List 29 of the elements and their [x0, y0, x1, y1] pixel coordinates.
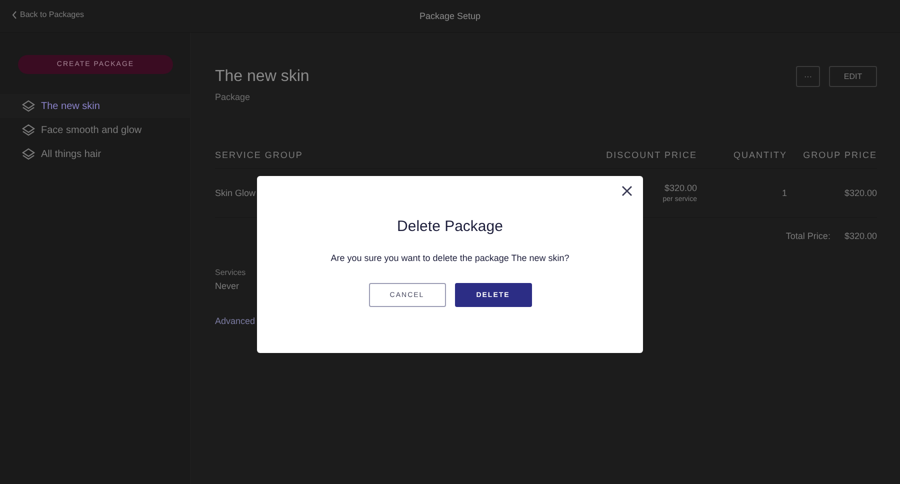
chevron-left-icon	[12, 10, 17, 18]
column-header: GROUP PRICE	[787, 150, 877, 169]
column-header: DISCOUNT PRICE	[577, 150, 697, 169]
close-icon[interactable]	[621, 185, 633, 197]
package-type: Package	[215, 92, 252, 102]
more-button[interactable]: ···	[796, 66, 820, 87]
advanced-link[interactable]: Advanced	[215, 316, 256, 326]
total-value: $320.00	[844, 231, 877, 241]
table-cell: 1	[697, 169, 787, 218]
dialog-title: Delete Package	[397, 218, 503, 235]
dialog-message: Are you sure you want to delete the package The new skin?	[330, 253, 570, 263]
sidebar-item-label: The new skin	[41, 100, 100, 112]
table-cell: $320.00	[787, 169, 877, 218]
layers-icon	[22, 100, 35, 112]
discount-price: $320.00	[664, 183, 697, 193]
sidebar-item[interactable]: All things hair	[0, 142, 190, 166]
column-header: QUANTITY	[697, 150, 787, 169]
column-header: SERVICE GROUP	[215, 150, 577, 169]
layers-icon	[22, 124, 35, 136]
edit-button[interactable]: EDIT	[829, 66, 877, 87]
page-title: Package Setup	[419, 11, 481, 21]
sidebar-item-label: Face smooth and glow	[41, 124, 142, 136]
package-name: The new skin	[215, 68, 310, 86]
sidebar-item[interactable]: Face smooth and glow	[0, 118, 190, 142]
services-value: Never	[215, 281, 240, 291]
sidebar-item-label: All things hair	[41, 148, 102, 160]
total-label: Total Price:	[786, 231, 830, 241]
layers-icon	[22, 148, 35, 160]
services-label: Services	[215, 268, 247, 277]
